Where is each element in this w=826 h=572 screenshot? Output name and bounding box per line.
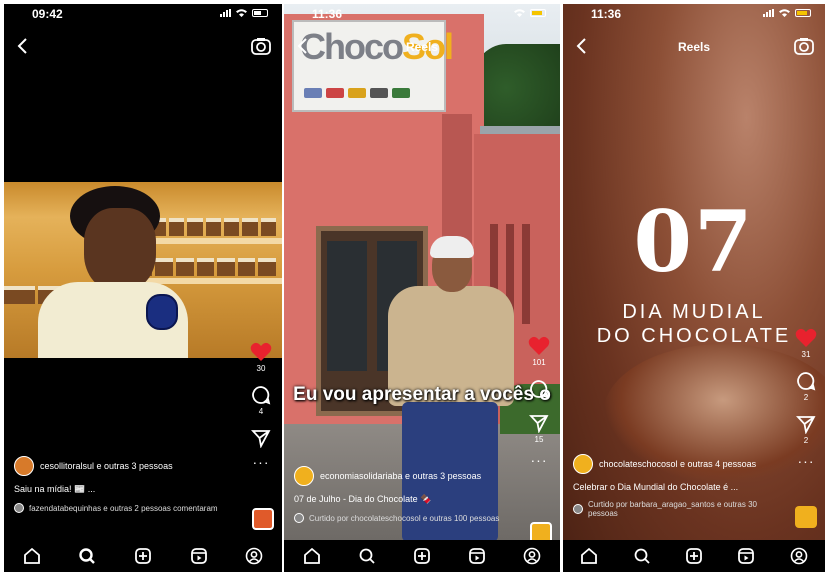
username-line[interactable]: chocolateschocosol e outras 4 pessoas — [599, 459, 756, 469]
username-line[interactable]: cesollitoralsul e outras 3 pessoas — [40, 461, 173, 471]
comment-count: 2 — [803, 393, 809, 402]
reels-title: Reels — [405, 40, 439, 54]
wifi-icon — [514, 9, 525, 17]
status-time: 11:36 — [312, 7, 343, 21]
like-count: 30 — [256, 364, 266, 373]
action-rail: 31 2 2 ··· — [793, 328, 819, 468]
like-count: 101 — [532, 358, 546, 367]
phone-screen-2: ChocoSol 11:36 Reels Eu vou apresentar a… — [284, 4, 560, 572]
caption[interactable]: 07 de Julho - Dia do Chocolate 🍫 — [294, 494, 520, 505]
create-icon[interactable] — [133, 546, 153, 566]
status-bar: 09:42 — [4, 4, 282, 26]
avatar[interactable] — [573, 454, 593, 474]
profile-icon[interactable] — [789, 546, 809, 566]
comment-icon[interactable] — [251, 385, 271, 405]
profile-icon[interactable] — [522, 546, 542, 566]
phone-screen-1: 09:42 30 4 ··· cesollitoralsul e outras … — [4, 4, 282, 572]
day-title-line-2: DO CHOCOLATE — [596, 325, 792, 347]
avatar[interactable] — [294, 466, 314, 486]
camera-icon[interactable] — [793, 36, 815, 56]
comment-icon[interactable] — [529, 379, 549, 399]
status-bar: 11:36 — [284, 4, 560, 26]
post-info: economiasolidariaba e outras 3 pessoas 0… — [294, 466, 520, 523]
battery-icon — [795, 9, 811, 17]
create-icon[interactable] — [684, 546, 704, 566]
status-time: 11:36 — [591, 7, 622, 21]
avatar — [573, 504, 583, 514]
post-info: chocolateschocosol e outras 4 pessoas Ce… — [573, 454, 785, 518]
comment-line[interactable]: fazendatabequinhas e outras 2 pessoas co… — [29, 504, 218, 513]
post-info: cesollitoralsul e outras 3 pessoas Saiu … — [14, 456, 242, 513]
status-icons — [763, 9, 811, 17]
camera-icon[interactable] — [250, 36, 272, 56]
battery-icon — [530, 9, 546, 17]
share-icon[interactable] — [529, 413, 549, 433]
search-icon[interactable] — [357, 546, 377, 566]
more-icon[interactable]: ··· — [253, 455, 270, 469]
avatar — [294, 513, 304, 523]
back-icon[interactable] — [14, 36, 32, 56]
day-title-line-1: DIA MUDIAL — [622, 301, 766, 323]
reels-title: Reels — [677, 40, 711, 54]
home-icon[interactable] — [579, 546, 599, 566]
heart-icon[interactable] — [250, 342, 272, 362]
search-icon[interactable] — [77, 546, 97, 566]
video-frame[interactable] — [4, 182, 282, 358]
heart-icon[interactable] — [528, 336, 550, 356]
share-count: 15 — [534, 435, 544, 444]
status-time: 09:42 — [32, 7, 63, 21]
comment-count: 4 — [258, 407, 264, 416]
day-title: DIA MUDIAL DO CHOCOLATE — [563, 300, 825, 348]
audio-thumbnail[interactable] — [252, 508, 274, 530]
search-icon[interactable] — [632, 546, 652, 566]
liked-line[interactable]: Curtido por barbara_aragao_santos e outr… — [588, 500, 785, 518]
audio-thumbnail[interactable] — [795, 506, 817, 528]
top-bar: Reels — [563, 34, 825, 62]
profile-icon[interactable] — [244, 546, 264, 566]
phone-screen-3: 11:36 Reels 07 DIA MUDIAL DO CHOCOLATE 3… — [563, 4, 825, 572]
share-icon[interactable] — [251, 428, 271, 448]
status-bar: 11:36 — [563, 4, 825, 26]
more-icon[interactable]: ··· — [798, 454, 815, 468]
signal-icon — [220, 9, 231, 17]
top-bar — [4, 34, 282, 62]
caption[interactable]: Saiu na mídia! 📰 ... — [14, 484, 242, 495]
home-icon[interactable] — [302, 546, 322, 566]
bottom-navbar — [284, 540, 560, 572]
status-icons — [514, 9, 546, 17]
username-line[interactable]: economiasolidariaba e outras 3 pessoas — [320, 471, 481, 481]
wifi-icon — [779, 9, 790, 17]
video-subtitle: Eu vou apresentar a vocês o — [293, 384, 551, 405]
signal-icon — [763, 9, 774, 17]
reels-icon[interactable] — [736, 546, 756, 566]
avatar — [14, 503, 24, 513]
like-count: 31 — [801, 350, 811, 359]
bottom-navbar — [563, 540, 825, 572]
top-bar: Reels — [284, 34, 560, 62]
action-rail: 101 15 ··· — [526, 336, 552, 467]
avatar[interactable] — [14, 456, 34, 476]
action-rail: 30 4 ··· — [248, 342, 274, 469]
comment-icon[interactable] — [796, 371, 816, 391]
create-icon[interactable] — [412, 546, 432, 566]
wifi-icon — [236, 9, 247, 17]
liked-line[interactable]: Curtido por chocolateschocosol e outras … — [309, 514, 499, 523]
bottom-navbar — [4, 540, 282, 572]
day-number: 07 — [633, 192, 755, 291]
home-icon[interactable] — [22, 546, 42, 566]
microphone-image — [146, 294, 178, 330]
more-icon[interactable]: ··· — [531, 453, 548, 467]
caption[interactable]: Celebrar o Dia Mundial do Chocolate é ..… — [573, 482, 785, 492]
reels-icon[interactable] — [467, 546, 487, 566]
reels-icon[interactable] — [189, 546, 209, 566]
share-icon[interactable] — [796, 414, 816, 434]
share-count: 2 — [803, 436, 809, 445]
heart-icon[interactable] — [795, 328, 817, 348]
status-icons — [220, 9, 268, 17]
battery-icon — [252, 9, 268, 17]
